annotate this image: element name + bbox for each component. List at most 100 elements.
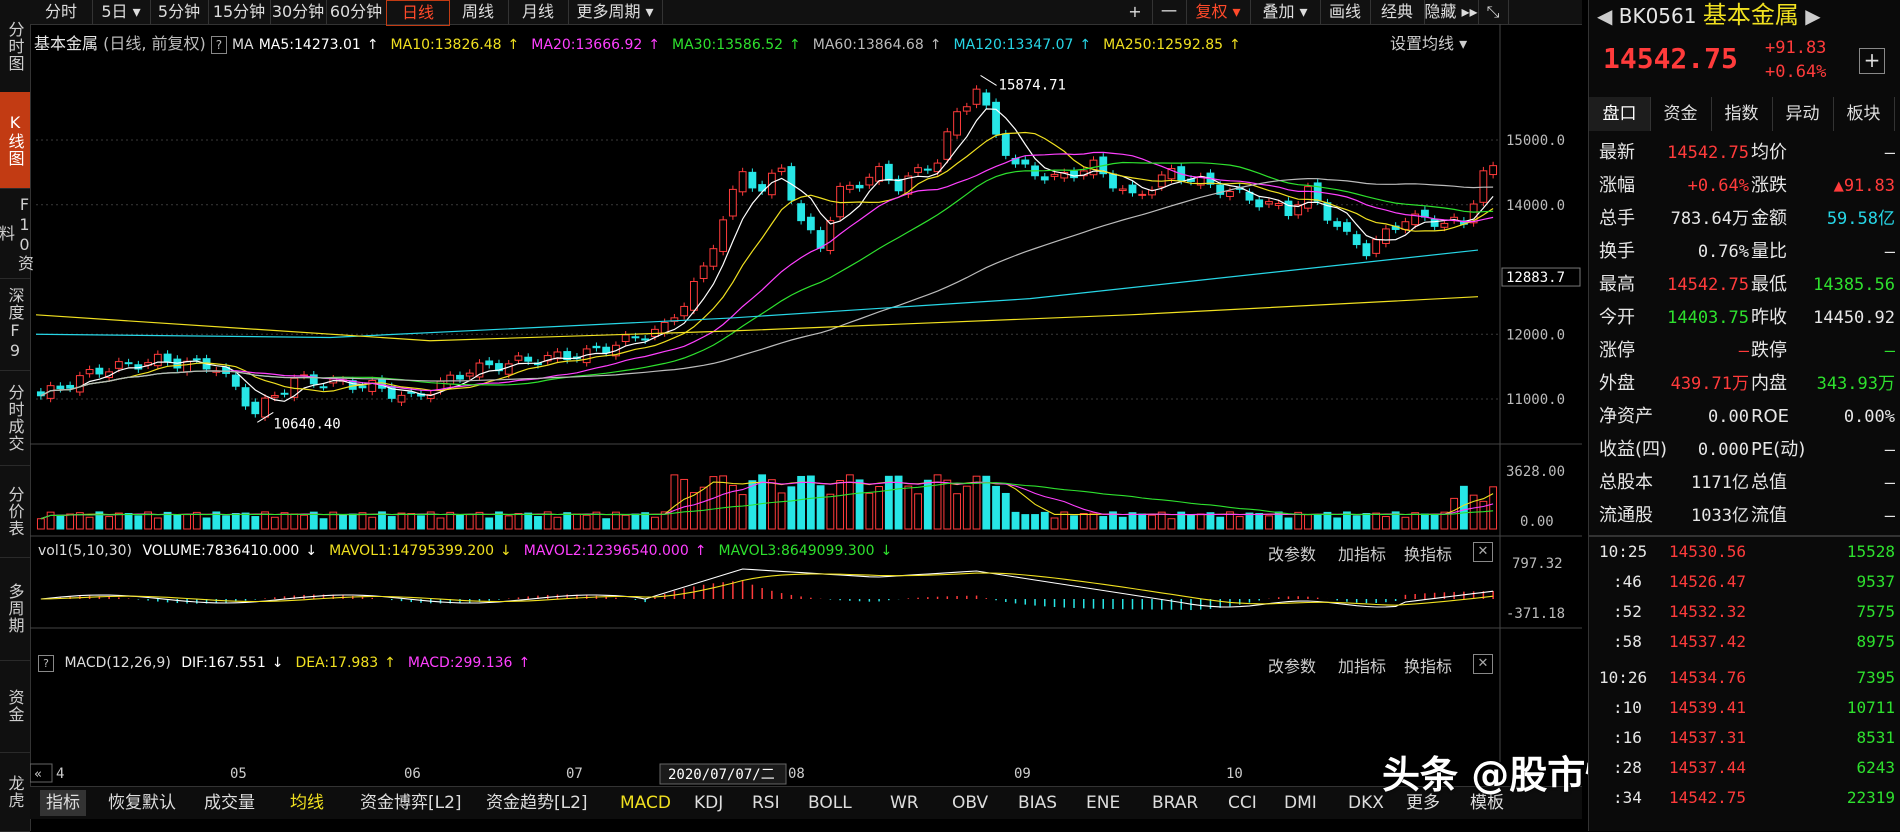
vol-switch-indicator-button[interactable]: 换指标 xyxy=(1404,541,1452,565)
left-tab-3[interactable]: 深度F9 xyxy=(0,278,30,371)
macd-items-item-2: MACD:299.136 xyxy=(407,655,513,671)
indicator-button-16[interactable]: DMI xyxy=(1284,787,1317,819)
toolbar-right-button-2[interactable]: 复权 ▾ xyxy=(1186,0,1251,24)
quote-row: 今开 14403.75 昨收 14450.92 xyxy=(1599,302,1899,334)
indicator-button-5[interactable]: 资金趋势[L2] xyxy=(486,787,588,819)
prev-stock-icon[interactable]: ◀ xyxy=(1597,4,1612,28)
indicator-button-10[interactable]: WR xyxy=(890,787,919,819)
period-button-7[interactable]: 周线 xyxy=(448,0,509,24)
period-button-4[interactable]: 30分钟 xyxy=(270,0,327,24)
left-tab-7[interactable]: 资金 xyxy=(0,660,30,753)
macd-bars xyxy=(49,580,1494,611)
quote-value: 0.00 xyxy=(1708,407,1749,427)
tick-row: :58 14537.42 8975 xyxy=(1599,627,1899,657)
period-button-6[interactable]: 日线 xyxy=(386,0,450,26)
toolbar-right-button-6[interactable]: 隐藏 ▸▸ xyxy=(1424,0,1479,24)
period-button-2[interactable]: 5分钟 xyxy=(150,0,209,24)
vol-edit-params-button[interactable]: 改参数 xyxy=(1268,541,1316,565)
quote-row: 总股本 1171亿 总值 — xyxy=(1599,467,1899,499)
indicator-button-2[interactable]: 成交量 xyxy=(204,787,255,819)
volume-bar xyxy=(923,479,932,530)
volume-bar xyxy=(56,514,65,530)
period-button-3[interactable]: 15分钟 xyxy=(208,0,271,24)
macd-help-icon[interactable]: ? xyxy=(38,655,54,672)
quote-label: 今开 xyxy=(1599,307,1635,328)
volume-bar xyxy=(767,479,776,530)
quote-label: 流值 xyxy=(1751,505,1787,526)
quote-value: — xyxy=(1884,341,1895,361)
toolbar-right-button-5[interactable]: 经典 xyxy=(1370,0,1425,24)
toolbar-right-button-7[interactable]: ⤡ xyxy=(1478,0,1509,24)
period-button-1[interactable]: 5日 ▾ xyxy=(92,0,151,24)
period-button-5[interactable]: 60分钟 xyxy=(326,0,387,24)
vol-axis-zero: 0.00 xyxy=(1520,514,1554,530)
tick-time: :34 xyxy=(1613,788,1642,807)
indicator-button-4[interactable]: 资金博弈[L2] xyxy=(360,787,462,819)
volume-bar xyxy=(884,475,893,530)
panel-tab-0[interactable]: 盘口 xyxy=(1589,97,1651,131)
candle-body xyxy=(1001,133,1010,156)
indicator-button-7[interactable]: KDJ xyxy=(694,787,723,819)
left-tab-8[interactable]: 龙虎 xyxy=(0,752,30,832)
candle-body xyxy=(251,401,260,415)
indicator-button-12[interactable]: BIAS xyxy=(1018,787,1057,819)
candle-body xyxy=(1352,234,1361,246)
quote-value: 59.58亿 xyxy=(1826,209,1895,229)
indicator-button-15[interactable]: CCI xyxy=(1228,787,1257,819)
quote-row: 换手 0.76% 量比 — xyxy=(1599,236,1899,268)
tick-row: 10:26 14534.76 7395 xyxy=(1599,663,1899,693)
quote-value: 0.76% xyxy=(1697,242,1749,262)
panel-tab-1[interactable]: 资金 xyxy=(1650,97,1712,131)
indicator-button-14[interactable]: BRAR xyxy=(1152,787,1198,819)
candle-body xyxy=(767,172,776,196)
indicator-button-1[interactable]: 恢复默认 xyxy=(108,787,176,819)
indicator-button-11[interactable]: OBV xyxy=(952,787,988,819)
panel-tab-4[interactable]: 板块 xyxy=(1833,97,1895,131)
toolbar-right-button-4[interactable]: 画线 xyxy=(1320,0,1371,24)
volume-bar xyxy=(972,475,981,530)
add-watchlist-button[interactable]: + xyxy=(1859,48,1885,74)
macd-add-indicator-button[interactable]: 加指标 xyxy=(1338,653,1386,677)
indicator-button-8[interactable]: RSI xyxy=(752,787,780,819)
volume-bar xyxy=(1420,513,1429,530)
volume-bar xyxy=(1372,512,1381,530)
indicator-button-6[interactable]: MACD xyxy=(620,787,671,819)
tick-price: 14537.31 xyxy=(1669,728,1747,747)
tick-volume: 15528 xyxy=(1846,542,1895,561)
toolbar-right-button-0[interactable]: + xyxy=(1118,0,1153,24)
macd-switch-indicator-button[interactable]: 换指标 xyxy=(1404,653,1452,677)
panel-tab-3[interactable]: 异动 xyxy=(1772,97,1834,131)
toolbar-right-button-3[interactable]: 叠加 ▾ xyxy=(1250,0,1321,24)
stock-header: ◀ BK0561 基本金属 ▶ xyxy=(1597,0,1821,30)
left-tab-0[interactable]: 分时图 xyxy=(0,0,30,93)
quote-value: ▲91.83 xyxy=(1833,176,1895,196)
panel-tab-2[interactable]: 指数 xyxy=(1711,97,1773,131)
volume-bar xyxy=(602,518,611,530)
left-tab-2[interactable]: F10资料 xyxy=(0,188,34,279)
volume-bar xyxy=(836,480,845,530)
macd-close-icon[interactable]: ✕ xyxy=(1473,654,1493,674)
vol-add-indicator-button[interactable]: 加指标 xyxy=(1338,541,1386,565)
candle-body xyxy=(689,280,698,311)
left-tab-6[interactable]: 多周期 xyxy=(0,557,30,661)
vol-close-icon[interactable]: ✕ xyxy=(1473,542,1493,562)
next-stock-icon[interactable]: ▶ xyxy=(1805,4,1820,28)
indicator-button-0[interactable]: 指标 xyxy=(40,790,86,816)
candle-body xyxy=(524,356,533,362)
indicator-button-3[interactable]: 均线 xyxy=(290,787,324,819)
left-tab-5[interactable]: 分价表 xyxy=(0,465,30,558)
macd-edit-params-button[interactable]: 改参数 xyxy=(1268,653,1316,677)
left-tab-4[interactable]: 分时成交 xyxy=(0,370,30,466)
period-button-8[interactable]: 月线 xyxy=(508,0,569,24)
indicator-button-17[interactable]: DKX xyxy=(1348,787,1384,819)
volume-bar xyxy=(1411,512,1420,530)
volume-bar xyxy=(290,513,299,530)
period-button-9[interactable]: 更多周期 ▾ xyxy=(568,0,663,24)
candle-body xyxy=(1489,165,1498,176)
left-tab-1[interactable]: K线图 xyxy=(0,92,30,189)
toolbar-right-button-1[interactable]: 一 xyxy=(1152,0,1187,24)
tick-volume: 22319 xyxy=(1846,788,1895,807)
period-button-0[interactable]: 分时 xyxy=(30,0,93,24)
indicator-button-13[interactable]: ENE xyxy=(1086,787,1120,819)
indicator-button-9[interactable]: BOLL xyxy=(808,787,852,819)
